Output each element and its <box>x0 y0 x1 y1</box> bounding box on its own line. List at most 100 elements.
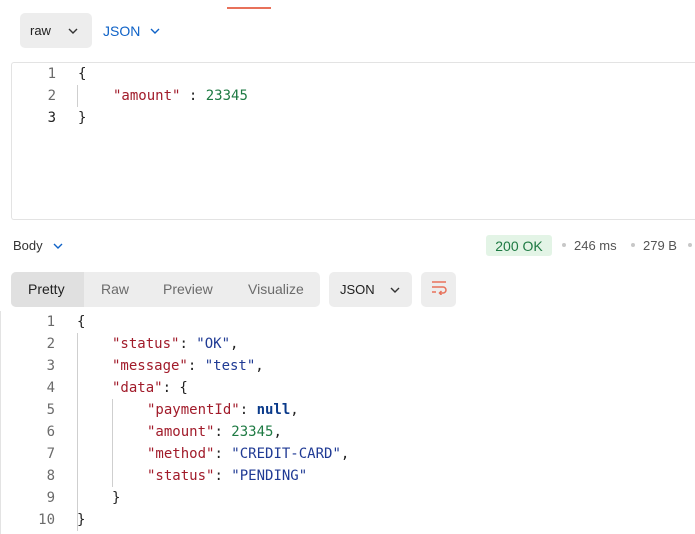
code-line: 5 "paymentId": null, <box>1 399 695 421</box>
active-tab-indicator <box>227 7 271 9</box>
json-token: null <box>256 402 291 418</box>
response-body-label: Body <box>13 238 43 253</box>
json-token: "status" <box>147 468 215 484</box>
code-text: "status": "OK", <box>112 333 238 355</box>
json-token: : <box>214 446 232 462</box>
response-time[interactable]: 246 ms <box>574 238 617 253</box>
json-token: "amount" <box>147 424 215 440</box>
code-text: { <box>78 63 86 85</box>
response-body-viewer[interactable]: 1{2 "status": "OK", 3 "message": "test", 4 "d… <box>0 311 695 534</box>
code-text: } <box>77 509 85 531</box>
json-token: , <box>340 446 350 462</box>
code-text: "message": "test", <box>112 355 264 377</box>
code-text: } <box>112 487 120 509</box>
code-text: "method": "CREDIT-CARD", <box>147 443 349 465</box>
code-line: 6 "amount": 23345, <box>1 421 695 443</box>
line-number: 4 <box>46 380 55 396</box>
body-mode-select[interactable]: raw <box>20 13 92 48</box>
code-text: } <box>78 107 86 129</box>
request-body-toolbar: raw JSON <box>20 13 161 48</box>
response-size[interactable]: 279 B <box>643 238 677 253</box>
json-token: , <box>273 424 282 440</box>
response-language-select[interactable]: JSON <box>329 272 412 307</box>
line-number: 9 <box>46 490 55 506</box>
request-language-select[interactable]: JSON <box>103 23 161 39</box>
wrap-lines-button[interactable] <box>421 272 456 307</box>
code-text: "paymentId": null, <box>147 399 299 421</box>
line-number: 1 <box>46 314 55 330</box>
json-token: , <box>290 402 299 418</box>
line-number: 1 <box>47 66 56 82</box>
wrap-lines-icon <box>430 279 448 300</box>
tab-preview[interactable]: Preview <box>163 272 213 307</box>
chevron-down-icon <box>149 27 161 35</box>
response-language-label: JSON <box>340 282 375 297</box>
response-view-tabs: Pretty Raw Preview Visualize <box>11 272 320 307</box>
json-token: "data" <box>112 380 163 396</box>
line-number: 6 <box>46 424 55 440</box>
json-token: "paymentId" <box>147 402 240 418</box>
json-token: "PENDING" <box>231 468 308 484</box>
separator-dot <box>562 243 566 247</box>
code-line: 1{ <box>1 311 695 333</box>
json-token: : <box>187 358 205 374</box>
json-token: : { <box>162 380 188 396</box>
json-token: "CREDIT-CARD" <box>231 446 341 462</box>
tab-pretty[interactable]: Pretty <box>11 272 84 307</box>
line-number: 2 <box>47 88 56 104</box>
line-number: 3 <box>46 358 55 374</box>
code-line: 2 "status": "OK", <box>1 333 695 355</box>
line-number: 3 <box>47 110 56 126</box>
code-text: "amount" : 23345 <box>113 85 248 107</box>
json-token: "method" <box>147 446 215 462</box>
code-text: "amount": 23345, <box>147 421 282 443</box>
code-line: 4 "data": { <box>1 377 695 399</box>
json-token: : <box>214 468 232 484</box>
json-token: : <box>239 402 257 418</box>
tab-visualize[interactable]: Visualize <box>248 272 304 307</box>
json-token: { <box>78 66 87 82</box>
line-number: 10 <box>38 512 55 528</box>
code-line: 3} <box>12 107 695 129</box>
json-token: "OK" <box>196 336 231 352</box>
line-number: 2 <box>46 336 55 352</box>
code-line: 9} <box>1 487 695 509</box>
chevron-down-icon <box>389 286 401 294</box>
json-token: , <box>230 336 239 352</box>
json-token: } <box>78 110 87 126</box>
json-token: : <box>214 424 232 440</box>
tab-raw[interactable]: Raw <box>101 272 129 307</box>
request-language-label: JSON <box>103 22 141 39</box>
chevron-down-icon <box>67 27 79 35</box>
line-number: 7 <box>46 446 55 462</box>
line-number: 8 <box>46 468 55 484</box>
body-mode-label: raw <box>30 23 51 38</box>
status-badge[interactable]: 200 OK <box>486 235 552 256</box>
code-line: 2 "amount" : 23345 <box>12 85 695 107</box>
code-line: 3 "message": "test", <box>1 355 695 377</box>
json-token: } <box>77 512 86 528</box>
json-token: 23345 <box>231 424 274 440</box>
request-body-editor[interactable]: 1{2 "amount" : 23345 3} <box>11 62 695 220</box>
json-token: : <box>180 88 206 104</box>
code-text: "status": "PENDING" <box>147 465 307 487</box>
json-token: , <box>255 358 264 374</box>
separator-dot <box>688 243 692 247</box>
code-text: { <box>77 311 85 333</box>
json-token: 23345 <box>205 88 248 104</box>
response-body-select[interactable]: Body <box>13 238 64 253</box>
json-token: "amount" <box>113 88 181 104</box>
json-token: "status" <box>112 336 180 352</box>
code-line: 7 "method": "CREDIT-CARD", <box>1 443 695 465</box>
json-token: : <box>179 336 197 352</box>
json-token: "test" <box>204 358 256 374</box>
code-line: 8 "status": "PENDING" <box>1 465 695 487</box>
code-text: "data": { <box>112 377 188 399</box>
json-token: { <box>77 314 86 330</box>
separator-dot <box>631 243 635 247</box>
code-line: 10} <box>1 509 695 531</box>
json-token: } <box>112 490 121 506</box>
json-token: "message" <box>112 358 188 374</box>
line-number: 5 <box>46 402 55 418</box>
chevron-down-icon <box>52 242 64 250</box>
